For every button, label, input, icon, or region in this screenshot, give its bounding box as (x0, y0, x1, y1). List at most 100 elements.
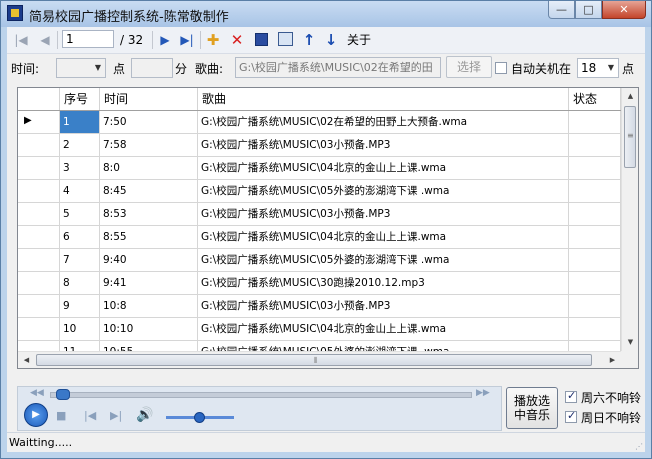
cell-song[interactable]: G:\校园广播系统\MUSIC\03小预备.MP3 (198, 203, 569, 225)
horizontal-scrollbar[interactable]: ◀ ⦀ ▶ (18, 351, 621, 368)
first-page-icon[interactable]: |◀ (13, 31, 29, 49)
save-icon[interactable] (255, 33, 268, 46)
cell-status[interactable] (569, 134, 621, 156)
next-page-icon[interactable]: ▶ (157, 31, 173, 49)
cell-song[interactable]: G:\校园广播系统\MUSIC\05外婆的澎湖湾下课 .wma (198, 249, 569, 271)
cell-song[interactable]: G:\校园广播系统\MUSIC\04北京的金山上上课.wma (198, 157, 569, 179)
cell-song[interactable]: G:\校园广播系统\MUSIC\05外婆的澎湖湾下课 .wma (198, 180, 569, 202)
delete-icon[interactable]: ✕ (229, 31, 245, 49)
cell-no[interactable]: 3 (60, 157, 100, 179)
cell-no[interactable]: 6 (60, 226, 100, 248)
scroll-left-icon[interactable]: ◀ (18, 352, 35, 368)
page-number-input[interactable]: 1 (62, 30, 114, 48)
column-header-status[interactable]: 状态 (569, 88, 621, 110)
table-row[interactable]: 2 7:58 G:\校园广播系统\MUSIC\03小预备.MP3 (18, 134, 621, 157)
prev-page-icon[interactable]: ◀ (37, 31, 53, 49)
volume-icon[interactable]: 🔊 (136, 407, 153, 423)
close-button[interactable]: ✕ (602, 1, 646, 19)
table-row[interactable]: 6 8:55 G:\校园广播系统\MUSIC\04北京的金山上上课.wma (18, 226, 621, 249)
seek-bar[interactable] (50, 392, 472, 398)
no-ring-sunday-checkbox[interactable] (565, 409, 577, 423)
move-up-icon[interactable]: ↑ (301, 31, 317, 49)
cell-song[interactable]: G:\校园广播系统\MUSIC\04北京的金山上上课.wma (198, 226, 569, 248)
about-button[interactable]: 关于 (347, 31, 371, 49)
column-header-song[interactable]: 歌曲 (198, 88, 569, 110)
table-row[interactable]: 10 10:10 G:\校园广播系统\MUSIC\04北京的金山上上课.wma (18, 318, 621, 341)
scroll-down-icon[interactable]: ▼ (622, 334, 638, 350)
add-icon[interactable]: ✚ (205, 31, 221, 49)
cell-status[interactable] (569, 249, 621, 271)
table-row[interactable]: 7 9:40 G:\校园广播系统\MUSIC\05外婆的澎湖湾下课 .wma (18, 249, 621, 272)
vertical-scrollbar[interactable]: ▲ ≡ ▼ (621, 88, 638, 351)
vertical-scroll-thumb[interactable]: ≡ (624, 106, 636, 168)
cell-status[interactable] (569, 180, 621, 202)
scroll-up-icon[interactable]: ▲ (622, 88, 638, 104)
play-button[interactable]: ▶ (24, 403, 48, 427)
cell-time[interactable]: 9:41 (100, 272, 198, 294)
row-header[interactable] (18, 180, 60, 202)
cell-time[interactable]: 9:40 (100, 249, 198, 271)
cell-song[interactable]: G:\校园广播系统\MUSIC\03小预备.MP3 (198, 295, 569, 317)
import-icon[interactable] (278, 32, 293, 46)
row-header[interactable] (18, 318, 60, 340)
cell-no[interactable]: 4 (60, 180, 100, 202)
cell-status[interactable] (569, 226, 621, 248)
schedule-grid[interactable]: 序号 时间 歌曲 状态 ▶ 1 7:50 G:\校园广播系统\MUSIC\02在希望的… (17, 87, 639, 369)
cell-no[interactable]: 5 (60, 203, 100, 225)
cell-song[interactable]: G:\校园广播系统\MUSIC\04北京的金山上上课.wma (198, 318, 569, 340)
cell-time[interactable]: 7:50 (100, 111, 198, 133)
previous-track-icon[interactable]: |◀ (84, 409, 96, 422)
seek-back-icon[interactable]: ◀◀ (30, 388, 44, 398)
cell-status[interactable] (569, 318, 621, 340)
minute-input[interactable] (131, 58, 173, 78)
row-header[interactable] (18, 272, 60, 294)
cell-song[interactable]: G:\校园广播系统\MUSIC\02在希望的田野上大预备.wma (198, 111, 569, 133)
cell-status[interactable] (569, 272, 621, 294)
row-header[interactable] (18, 157, 60, 179)
cell-no[interactable]: 2 (60, 134, 100, 156)
column-header-time[interactable]: 时间 (100, 88, 198, 110)
table-row[interactable]: 5 8:53 G:\校园广播系统\MUSIC\03小预备.MP3 (18, 203, 621, 226)
row-header[interactable]: ▶ (18, 111, 60, 133)
hour-combo[interactable]: ▼ (56, 58, 106, 78)
table-row[interactable]: 9 10:8 G:\校园广播系统\MUSIC\03小预备.MP3 (18, 295, 621, 318)
cell-no[interactable]: 7 (60, 249, 100, 271)
next-track-icon[interactable]: ▶| (110, 409, 122, 422)
cell-time[interactable]: 8:53 (100, 203, 198, 225)
cell-time[interactable]: 10:8 (100, 295, 198, 317)
row-header[interactable] (18, 249, 60, 271)
cell-status[interactable] (569, 157, 621, 179)
scroll-right-icon[interactable]: ▶ (604, 352, 621, 368)
no-ring-saturday-checkbox[interactable] (565, 389, 577, 403)
move-down-icon[interactable]: ↓ (323, 31, 339, 49)
cell-no[interactable]: 1 (60, 111, 100, 133)
last-page-icon[interactable]: ▶| (179, 31, 195, 49)
row-header[interactable] (18, 203, 60, 225)
cell-time[interactable]: 8:0 (100, 157, 198, 179)
cell-time[interactable]: 8:55 (100, 226, 198, 248)
cell-status[interactable] (569, 111, 621, 133)
table-row[interactable]: 8 9:41 G:\校园广播系统\MUSIC\30跑操2010.12.mp3 (18, 272, 621, 295)
minimize-button[interactable]: — (548, 1, 575, 19)
cell-no[interactable]: 8 (60, 272, 100, 294)
volume-handle[interactable] (193, 412, 205, 423)
seek-handle[interactable] (56, 389, 71, 400)
cell-song[interactable]: G:\校园广播系统\MUSIC\03小预备.MP3 (198, 134, 569, 156)
horizontal-scroll-thumb[interactable]: ⦀ (36, 354, 592, 366)
select-song-button[interactable]: 选择 (446, 56, 492, 78)
cell-status[interactable] (569, 203, 621, 225)
cell-no[interactable]: 9 (60, 295, 100, 317)
cell-time[interactable]: 7:58 (100, 134, 198, 156)
cell-no[interactable]: 10 (60, 318, 100, 340)
column-header-no[interactable]: 序号 (60, 88, 100, 110)
cell-status[interactable] (569, 295, 621, 317)
resize-grip-icon[interactable]: ⋰ (635, 442, 643, 451)
stop-icon[interactable]: ■ (56, 409, 66, 422)
auto-shutdown-checkbox[interactable] (495, 62, 507, 74)
maximize-button[interactable]: □ (575, 1, 602, 19)
song-path-input[interactable]: G:\校园广播系统\MUSIC\02在希望的田 (235, 57, 441, 78)
table-row[interactable]: 4 8:45 G:\校园广播系统\MUSIC\05外婆的澎湖湾下课 .wma (18, 180, 621, 203)
row-header[interactable] (18, 226, 60, 248)
table-row[interactable]: 3 8:0 G:\校园广播系统\MUSIC\04北京的金山上上课.wma (18, 157, 621, 180)
title-bar[interactable]: 简易校园广播控制系统-陈常敬制作 — □ ✕ (1, 1, 651, 27)
